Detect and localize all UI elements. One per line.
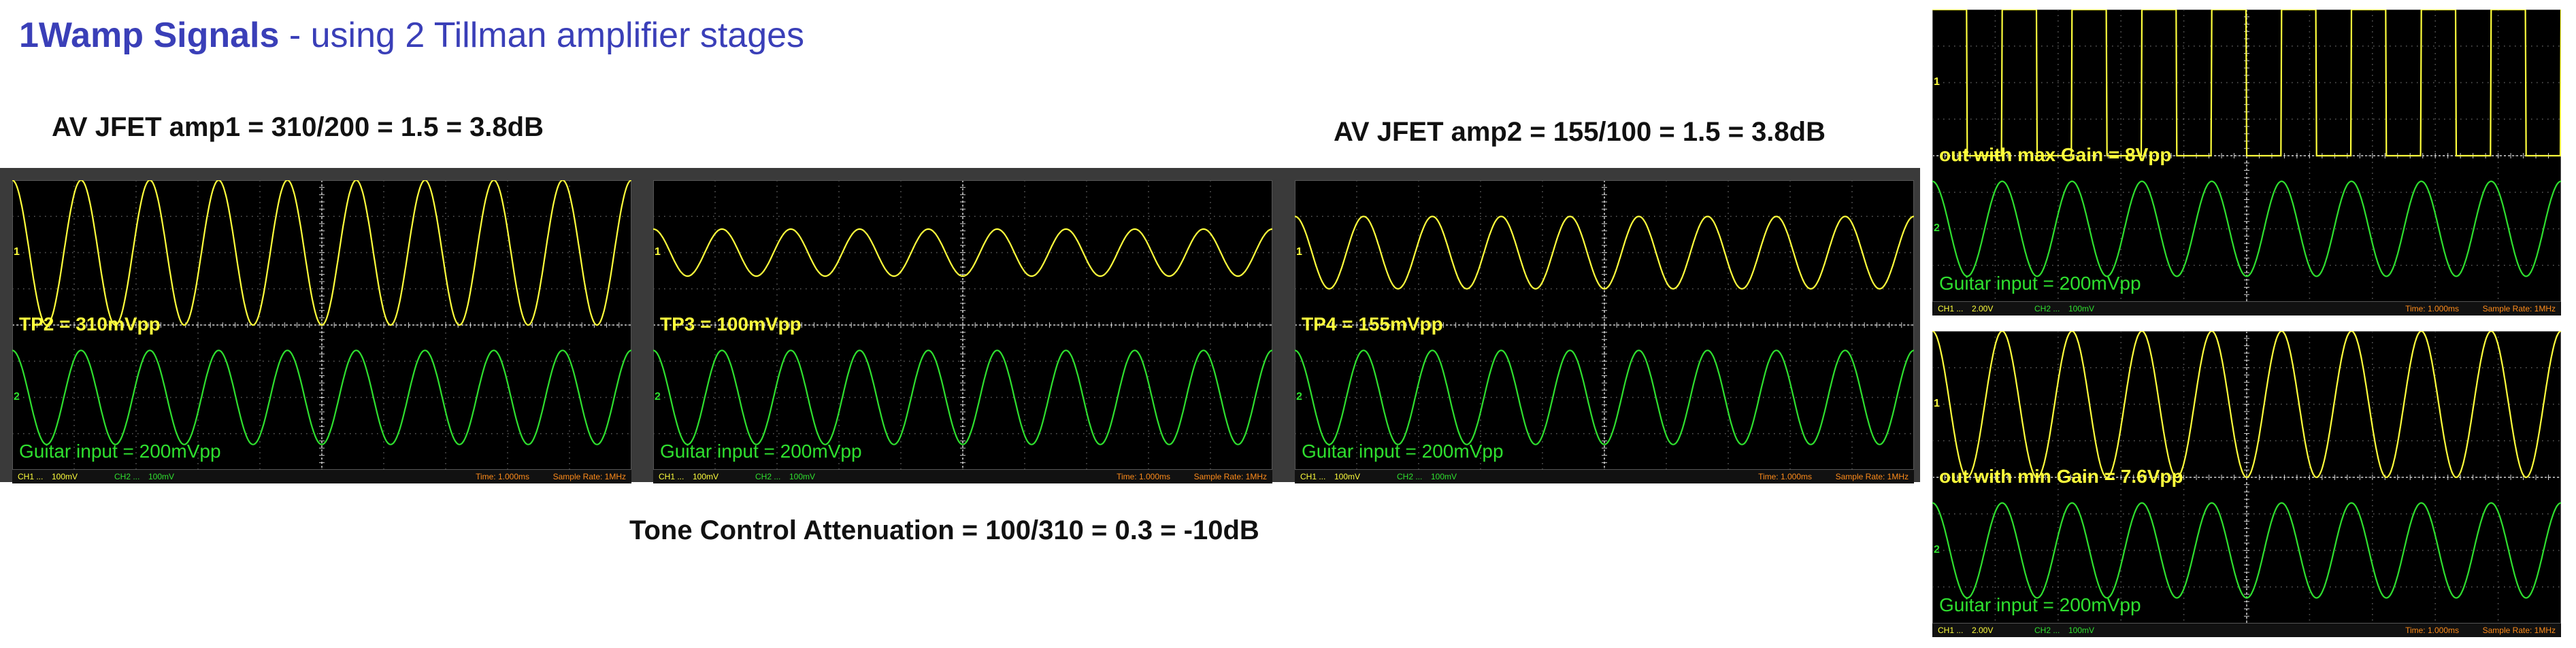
heading-amp2: AV JFET amp2 = 155/100 = 1.5 = 3.8dB (1334, 117, 1826, 147)
scope-panel-max-gain: 1 2 out with max Gain = 8Vpp Guitar input =… (1932, 10, 2561, 316)
ch2-caption: Guitar input = 200mVpp (1302, 441, 1504, 462)
sample-rate-label: Sample Rate: 1MHz (1193, 472, 1267, 481)
scope-status-bar: CH1 ... 2.00V CH2 ... 100mV Time: 1.000ms Sam… (1932, 624, 2561, 637)
ch2-label: CH2 ... (2034, 626, 2060, 635)
ch2-scale: 100mV (1431, 472, 1457, 481)
ch2-caption: Guitar input = 200mVpp (19, 441, 221, 462)
ch1-caption: out with max Gain = 8Vpp (1939, 143, 2172, 165)
ch1-label: CH1 ... (1300, 472, 1326, 481)
scope-status-bar: CH1 ... 2.00V CH2 ... 100mV Time: 1.000ms Sam… (1932, 302, 2561, 316)
ch2-marker-icon[interactable]: 2 (1934, 544, 1940, 556)
ch1-scale: 2.00V (1972, 626, 1994, 635)
ch1-label: CH1 ... (18, 472, 44, 481)
ch1-marker-icon[interactable]: 1 (1934, 398, 1940, 410)
sample-rate-label: Sample Rate: 1MHz (2482, 626, 2556, 635)
ch1-scale: 100mV (52, 472, 78, 481)
sample-rate-label: Sample Rate: 1MHz (2482, 304, 2556, 313)
page-title: 1Wamp Signals - using 2 Tillman amplifie… (19, 15, 804, 56)
ch2-marker-icon[interactable]: 2 (1934, 222, 1940, 235)
timebase-label: Time: 1.000ms (2405, 626, 2459, 635)
ch1-scale: 2.00V (1972, 304, 1994, 313)
ch2-label: CH2 ... (755, 472, 781, 481)
heading-amp1: AV JFET amp1 = 310/200 = 1.5 = 3.8dB (52, 112, 544, 142)
ch1-caption: TP2 = 310mVpp (19, 313, 161, 335)
scope-status-bar: CH1 ... 100mV CH2 ... 100mV Time: 1.000ms Sam… (653, 470, 1272, 483)
scope-status-bar: CH1 ... 100mV CH2 ... 100mV Time: 1.000ms Sam… (12, 470, 631, 483)
sample-rate-label: Sample Rate: 1MHz (552, 472, 626, 481)
ch1-scale: 100mV (693, 472, 719, 481)
scope-panel-tp2: 1 2 TP2 = 310mVpp Guitar input = 200mVpp CH1… (12, 180, 631, 483)
heading-tone: Tone Control Attenuation = 100/310 = 0.3… (629, 515, 1259, 545)
ch2-scale: 100mV (2068, 626, 2095, 635)
ch1-marker-icon[interactable]: 1 (14, 246, 20, 258)
ch2-scale: 100mV (789, 472, 816, 481)
ch1-label: CH1 ... (1938, 304, 1964, 313)
ch1-label: CH1 ... (1938, 626, 1964, 635)
ch2-caption: Guitar input = 200mVpp (660, 441, 862, 462)
title-bold: 1Wamp Signals (19, 16, 280, 55)
ch1-caption: out with min Gain = 7.6Vpp (1939, 465, 2183, 487)
ch2-label: CH2 ... (114, 472, 140, 481)
ch1-marker-icon[interactable]: 1 (655, 246, 661, 258)
ch1-marker-icon[interactable]: 1 (1296, 246, 1302, 258)
ch2-marker-icon[interactable]: 2 (1296, 391, 1302, 403)
ch1-label: CH1 ... (659, 472, 684, 481)
sample-rate-label: Sample Rate: 1MHz (1835, 472, 1909, 481)
ch2-label: CH2 ... (2034, 304, 2060, 313)
ch2-marker-icon[interactable]: 2 (14, 391, 20, 403)
scope-panel-tp3: 1 2 TP3 = 100mVpp Guitar input = 200mVpp CH1… (653, 180, 1272, 483)
ch2-marker-icon[interactable]: 2 (655, 391, 661, 403)
timebase-label: Time: 1.000ms (2405, 304, 2459, 313)
ch1-caption: TP4 = 155mVpp (1302, 313, 1443, 335)
timebase-label: Time: 1.000ms (1758, 472, 1812, 481)
title-rest: - using 2 Tillman amplifier stages (279, 16, 805, 55)
timebase-label: Time: 1.000ms (1117, 472, 1170, 481)
ch1-scale: 100mV (1334, 472, 1361, 481)
ch2-scale: 100mV (2068, 304, 2095, 313)
scope-panel-tp4: 1 2 TP4 = 155mVpp Guitar input = 200mVpp CH1… (1295, 180, 1914, 483)
scope-panel-min-gain: 1 2 out with min Gain = 7.6Vpp Guitar input… (1932, 331, 2561, 637)
ch1-caption: TP3 = 100mVpp (660, 313, 802, 335)
ch1-marker-icon[interactable]: 1 (1934, 76, 1940, 88)
ch2-caption: Guitar input = 200mVpp (1939, 273, 2141, 294)
ch2-label: CH2 ... (1397, 472, 1423, 481)
scope-status-bar: CH1 ... 100mV CH2 ... 100mV Time: 1.000ms Sam… (1295, 470, 1914, 483)
ch2-caption: Guitar input = 200mVpp (1939, 594, 2141, 615)
timebase-label: Time: 1.000ms (476, 472, 529, 481)
ch2-scale: 100mV (148, 472, 175, 481)
